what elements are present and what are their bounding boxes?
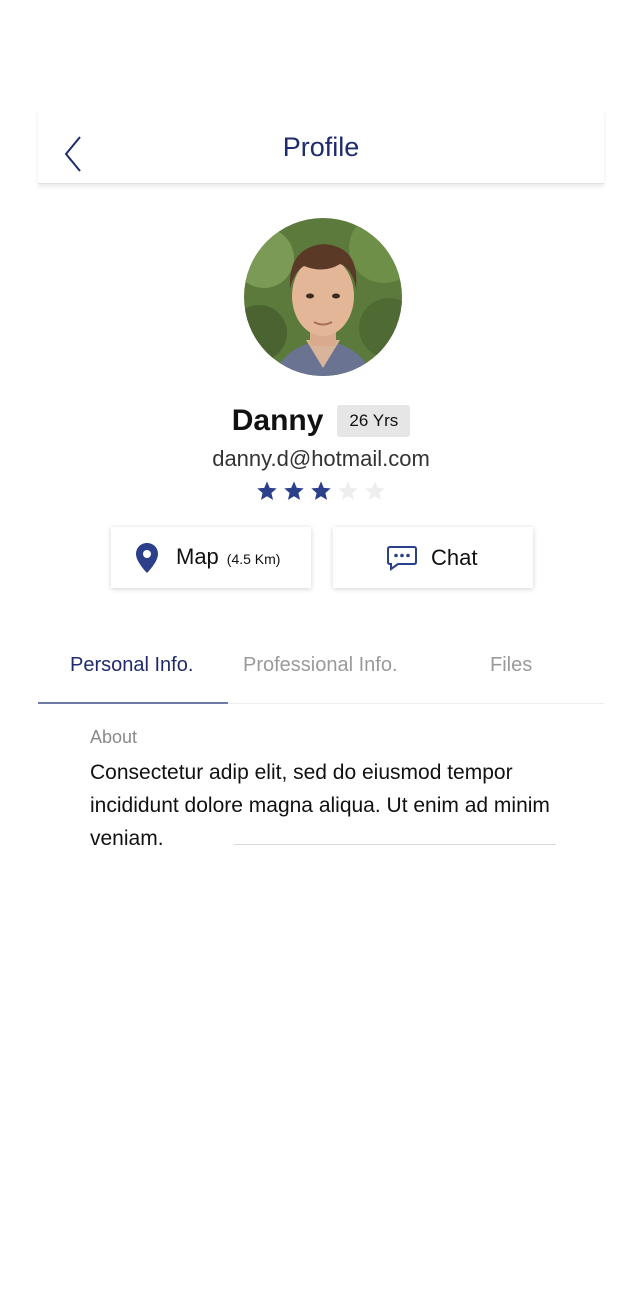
chat-button[interactable]: Chat xyxy=(333,527,533,588)
about-text: Consectetur adip elit, sed do eiusmod te… xyxy=(90,761,550,850)
user-email: danny.d@hotmail.com xyxy=(212,446,430,471)
tab-personal-info[interactable]: Personal Info. xyxy=(70,654,193,677)
tab-professional-info[interactable]: Professional Info. xyxy=(243,654,398,677)
about-label: About xyxy=(90,727,138,747)
chat-label: Chat xyxy=(431,545,478,570)
map-label: Map xyxy=(176,544,219,569)
name-row: Danny 26 Yrs xyxy=(38,404,604,438)
map-pin-icon xyxy=(136,543,158,573)
divider xyxy=(234,844,556,845)
map-button[interactable]: Map (4.5 Km) xyxy=(111,527,311,588)
star-filled-icon xyxy=(311,481,331,500)
app-header: Profile xyxy=(38,108,604,184)
star-filled-icon xyxy=(257,481,277,500)
page-title: Profile xyxy=(282,132,360,162)
map-distance: (4.5 Km) xyxy=(226,551,281,567)
avatar xyxy=(244,218,402,376)
profile-screen: Profile Danny 26 Yrs danny.d@hotmail.com xyxy=(38,0,604,1304)
active-tab-indicator xyxy=(38,702,228,704)
rating-stars xyxy=(38,480,604,502)
age-badge: 26 Yrs xyxy=(337,405,411,437)
chat-bubble-icon xyxy=(387,546,417,571)
star-empty-icon xyxy=(338,481,358,500)
user-name: Danny xyxy=(231,404,324,437)
tab-files[interactable]: Files xyxy=(490,654,532,677)
profile-tabs: Personal Info. Professional Info. Files xyxy=(38,636,604,704)
star-filled-icon xyxy=(284,481,304,500)
star-empty-icon xyxy=(365,481,385,500)
